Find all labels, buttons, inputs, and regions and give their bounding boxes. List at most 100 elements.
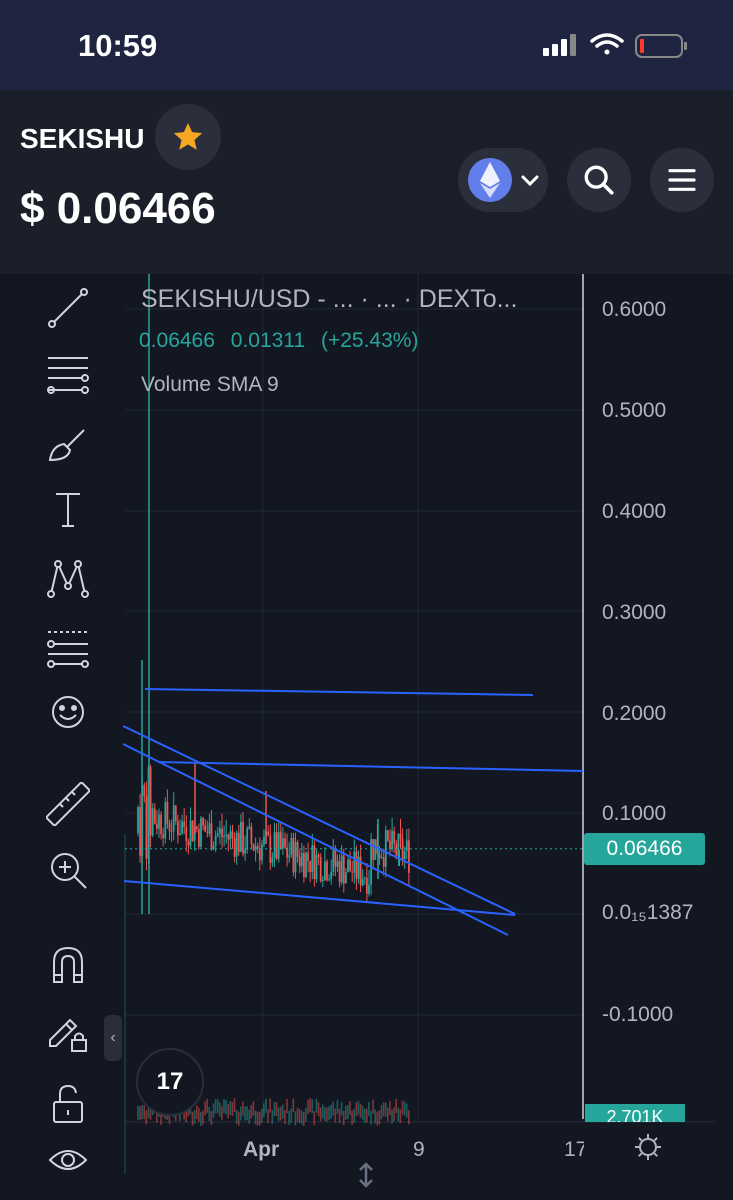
- favorite-button[interactable]: [155, 104, 221, 170]
- volume-bar: [227, 1104, 229, 1119]
- candle-body: [223, 836, 225, 838]
- chart-settings-button[interactable]: [633, 1132, 663, 1162]
- volume-bar: [332, 1101, 334, 1116]
- tradingview-logo[interactable]: 17: [136, 1048, 204, 1116]
- volume-bar: [282, 1104, 284, 1119]
- indicator-legend[interactable]: Volume SMA 9: [141, 373, 279, 397]
- symbol-legend[interactable]: SEKISHU/USD - ... · ... · DEXTo...: [141, 285, 517, 314]
- volume-bar: [298, 1108, 301, 1123]
- volume-bar: [338, 1108, 341, 1123]
- candle-body: [210, 823, 213, 850]
- volume-bar: [372, 1099, 374, 1114]
- fib-icon[interactable]: [46, 624, 90, 668]
- candle-body: [282, 838, 284, 849]
- search-button[interactable]: [567, 148, 631, 212]
- trendline: [157, 761, 584, 772]
- zoom-in-icon[interactable]: [46, 848, 90, 892]
- volume-bar: [216, 1099, 219, 1114]
- candle-body: [149, 767, 152, 836]
- text-icon[interactable]: [46, 488, 90, 532]
- candle-body: [151, 808, 154, 836]
- candle-body: [267, 831, 270, 836]
- candle-body: [204, 825, 207, 832]
- candle-body: [328, 879, 330, 881]
- candle-body: [254, 845, 257, 851]
- horizontal-lines-icon[interactable]: [46, 352, 90, 396]
- candle-body: [202, 818, 204, 826]
- candle-body: [395, 843, 398, 856]
- trendline: [122, 743, 509, 936]
- volume-bar: [288, 1110, 290, 1125]
- magnet-icon[interactable]: [46, 942, 90, 986]
- candle-body: [198, 828, 200, 847]
- battery-icon: [635, 34, 687, 58]
- candle-body: [324, 861, 326, 880]
- candle-body: [284, 838, 286, 848]
- current-price-tag: 0.06466: [584, 833, 705, 865]
- volume-bar: [200, 1111, 202, 1126]
- pattern-icon[interactable]: [46, 556, 90, 600]
- unlock-icon[interactable]: [46, 1082, 90, 1126]
- volume-bar: [324, 1107, 326, 1122]
- menu-button[interactable]: [650, 148, 714, 212]
- collapse-toolbar-button[interactable]: ‹: [104, 1015, 122, 1061]
- candle-body: [347, 859, 349, 873]
- candle-body: [366, 877, 368, 894]
- legend-price: 0.06466: [139, 329, 215, 352]
- candle-body: [258, 848, 261, 861]
- candle-body: [275, 832, 278, 859]
- volume-bar: [366, 1108, 368, 1123]
- candle-body: [248, 826, 251, 829]
- candle-body: [300, 852, 303, 867]
- volume-bar: [311, 1099, 313, 1114]
- volume-bar: [334, 1108, 337, 1123]
- lock-drawing-icon[interactable]: [46, 1010, 90, 1054]
- volume-bar: [351, 1110, 353, 1125]
- trend-line-icon[interactable]: [46, 286, 90, 330]
- chain-selector[interactable]: [458, 148, 548, 212]
- candle-body: [338, 861, 341, 883]
- volume-bar: [235, 1109, 238, 1124]
- time-axis-label: 9: [413, 1138, 425, 1161]
- volume-bar: [208, 1106, 211, 1121]
- volume-bar: [328, 1106, 330, 1121]
- emoji-icon[interactable]: [46, 690, 90, 734]
- candle-body: [250, 826, 253, 844]
- ohlc-legend: 0.06466 0.01311 (+25.43%): [139, 329, 428, 353]
- candle-body: [235, 832, 238, 857]
- price-axis-label: 0.0₁₅1387: [602, 901, 694, 924]
- candle-body: [378, 854, 381, 858]
- candle-body: [231, 831, 234, 839]
- star-icon: [173, 122, 203, 150]
- volume-bar: [204, 1101, 206, 1116]
- volume-bar: [212, 1103, 215, 1118]
- volume-bar: [345, 1105, 347, 1120]
- legend-change: 0.01311: [230, 329, 306, 352]
- gear-icon: [635, 1134, 661, 1160]
- ruler-icon[interactable]: [46, 782, 90, 826]
- volume-bar: [361, 1105, 364, 1120]
- candle-body: [227, 834, 230, 840]
- volume-bar: [376, 1111, 379, 1126]
- candle-body: [321, 879, 324, 882]
- volume-bar: [405, 1103, 408, 1118]
- volume-bar: [250, 1104, 253, 1119]
- volume-bar: [263, 1103, 265, 1118]
- candle-body: [298, 856, 301, 867]
- candle-body: [292, 837, 295, 873]
- volume-bar: [206, 1098, 208, 1113]
- candle-body: [355, 851, 358, 879]
- header: SEKISHU $ 0.06466: [0, 90, 733, 274]
- price-axis-label: 0.3000: [602, 601, 667, 624]
- volume-bar: [378, 1110, 381, 1125]
- candle-body: [168, 823, 171, 832]
- volume-bar: [193, 1109, 196, 1124]
- volume-bar: [300, 1110, 303, 1125]
- candle-body: [156, 823, 158, 829]
- volume-bar: [309, 1098, 311, 1113]
- candle-body: [363, 877, 366, 879]
- volume-bar: [363, 1108, 366, 1123]
- brush-icon[interactable]: [46, 422, 90, 466]
- candle-body: [200, 818, 202, 847]
- candle-body: [219, 828, 221, 834]
